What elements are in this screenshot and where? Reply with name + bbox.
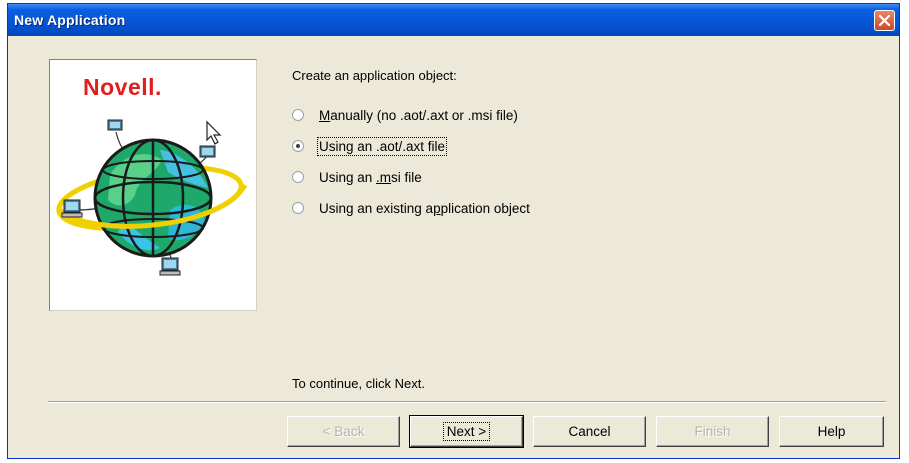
mouse-cursor-icon <box>206 120 222 145</box>
radio-button[interactable] <box>292 171 304 183</box>
option-label: Using an .msi file <box>319 169 422 185</box>
close-button[interactable] <box>874 10 895 31</box>
radio-button[interactable] <box>292 109 304 121</box>
finish-button[interactable]: Finish <box>656 416 769 447</box>
radio-option-aot-axt-file[interactable]: Using an .aot/.axt file <box>292 136 448 156</box>
radio-button[interactable] <box>292 202 304 214</box>
next-button[interactable]: Next > <box>409 415 524 448</box>
computer-icon <box>107 119 123 131</box>
option-label: Manually (no .aot/.axt or .msi file) <box>319 107 518 123</box>
help-button[interactable]: Help <box>779 416 884 447</box>
option-label: Using an .aot/.axt file <box>316 136 448 156</box>
close-icon <box>878 14 891 27</box>
radio-option-existing-object[interactable]: Using an existing application object <box>292 198 530 218</box>
back-button[interactable]: < Back <box>287 416 400 447</box>
globe-network-illustration <box>56 119 248 276</box>
continue-instruction: To continue, click Next. <box>292 376 425 391</box>
computer-icon <box>199 145 216 158</box>
option-label: Using an existing application object <box>319 200 530 216</box>
window-title: New Application <box>14 12 126 28</box>
cancel-button[interactable]: Cancel <box>533 416 646 447</box>
computer-icon <box>159 257 181 276</box>
prompt-text: Create an application object: <box>292 68 457 83</box>
separator-line <box>48 401 886 403</box>
computer-icon <box>61 199 83 218</box>
title-bar[interactable]: New Application <box>8 4 899 36</box>
radio-option-manually[interactable]: Manually (no .aot/.axt or .msi file) <box>292 105 518 125</box>
radio-option-msi-file[interactable]: Using an .msi file <box>292 167 422 187</box>
new-application-dialog: New Application Novell. Create an applic… <box>7 3 900 459</box>
wizard-image-panel: Novell. <box>49 59 257 311</box>
radio-button-selected[interactable] <box>292 140 304 152</box>
